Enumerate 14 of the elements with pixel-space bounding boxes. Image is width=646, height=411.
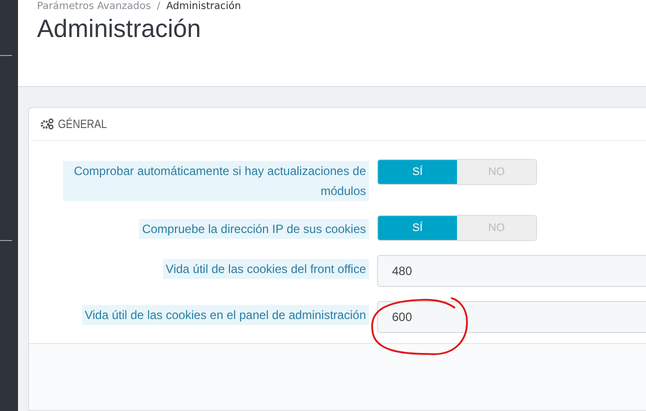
gears-icon bbox=[40, 118, 54, 130]
field-label: Vida útil de las cookies del front office bbox=[162, 259, 369, 279]
field-label: Compruebe la dirección IP de sus cookies bbox=[139, 219, 369, 239]
field-label: Vida útil de las cookies en el panel de administración bbox=[82, 305, 369, 325]
breadcrumb-separator: / bbox=[156, 1, 160, 13]
page-title: Administración bbox=[37, 15, 202, 44]
yes-option[interactable]: SÍ bbox=[378, 160, 457, 184]
yes-option[interactable]: SÍ bbox=[378, 216, 457, 240]
breadcrumb-current: Administración bbox=[166, 1, 241, 13]
input-field[interactable]: 480 bbox=[377, 255, 646, 287]
panel-title: GÉNERAL bbox=[58, 117, 107, 131]
breadcrumb-link[interactable]: Parámetros Avanzados bbox=[37, 1, 151, 13]
input-field[interactable]: 600 bbox=[377, 301, 646, 333]
field-label: Comprobar automáticamente si hay actualizaciones de módulos bbox=[63, 161, 369, 201]
